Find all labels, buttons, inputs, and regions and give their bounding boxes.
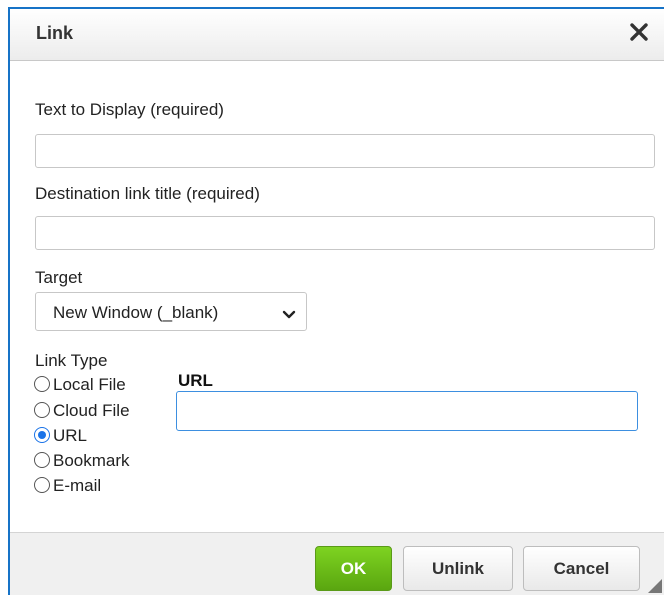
- radio-button[interactable]: [34, 477, 50, 493]
- url-label: URL: [178, 371, 213, 390]
- destination-title-label: Destination link title (required): [35, 184, 260, 203]
- link-type-label: Link Type: [35, 351, 108, 370]
- radio-button[interactable]: [34, 402, 50, 418]
- text-to-display-label: Text to Display (required): [35, 100, 224, 119]
- dialog-footer: OK Unlink Cancel: [10, 532, 664, 595]
- target-label: Target: [35, 268, 83, 287]
- resize-grip-icon[interactable]: [646, 577, 662, 593]
- radio-label: Cloud File: [53, 401, 130, 420]
- unlink-button[interactable]: Unlink: [403, 546, 513, 591]
- radio-label: Bookmark: [53, 451, 130, 470]
- target-select[interactable]: New Window (_blank): [35, 292, 307, 331]
- destination-title-input[interactable]: [35, 216, 655, 250]
- cancel-button[interactable]: Cancel: [523, 546, 640, 591]
- link-dialog: Link Text to Display (required) Destinat…: [8, 7, 664, 595]
- radio-button-checked[interactable]: [34, 427, 50, 443]
- radio-button[interactable]: [34, 376, 50, 392]
- radio-label: Local File: [53, 375, 126, 394]
- target-selected-value: New Window (_blank): [53, 303, 219, 322]
- text-to-display-input[interactable]: [35, 134, 655, 168]
- dialog-titlebar[interactable]: Link: [10, 9, 664, 61]
- chevron-down-icon: [282, 307, 296, 319]
- dialog-title: Link: [36, 23, 74, 43]
- ok-button[interactable]: OK: [315, 546, 392, 591]
- close-icon[interactable]: [628, 21, 650, 43]
- url-input[interactable]: [176, 391, 638, 431]
- radio-label: URL: [53, 426, 88, 445]
- radio-button[interactable]: [34, 452, 50, 468]
- radio-label: E-mail: [53, 476, 102, 495]
